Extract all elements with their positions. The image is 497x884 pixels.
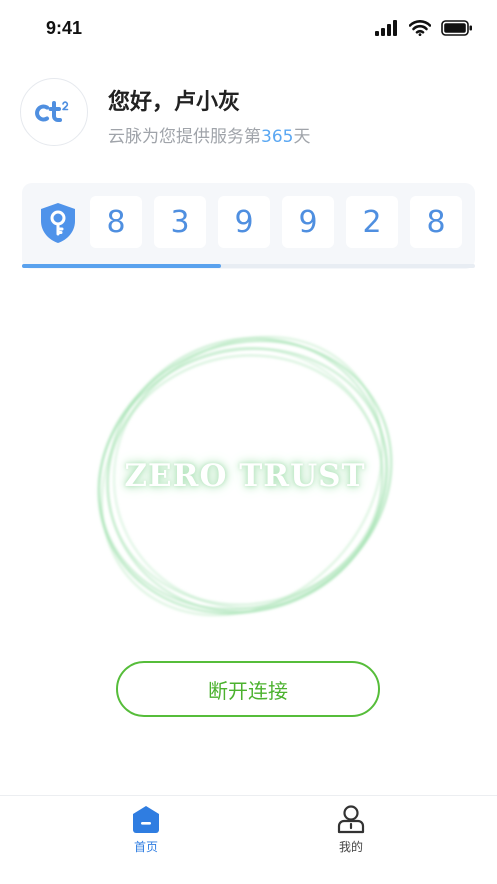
zero-trust-title: ZERO TRUST [124, 458, 366, 494]
ct2-logo-icon [35, 101, 69, 122]
otp-countdown-progress [22, 264, 475, 268]
tab-mine[interactable]: 我的 [291, 804, 411, 864]
shield-key-icon [32, 197, 84, 249]
otp-countdown-progress-fill [22, 264, 222, 268]
signal-icon [375, 20, 397, 36]
avatar[interactable] [20, 78, 88, 146]
greeting-text: 您好，卢小灰 [108, 90, 241, 115]
service-prefix: 云脉为您提供服务第 [108, 127, 261, 147]
otp-code-card: 8 3 9 9 2 8 [22, 183, 475, 269]
otp-digit: 9 [218, 196, 270, 248]
service-days: 365 [261, 127, 294, 147]
otp-digit: 9 [282, 196, 334, 248]
otp-digit: 8 [90, 196, 142, 248]
tab-mine-label: 我的 [338, 840, 363, 854]
user-icon [337, 805, 365, 834]
service-duration-text: 云脉为您提供服务第365天 [108, 122, 310, 147]
home-icon [133, 806, 159, 833]
bottom-tab-bar: 首页 我的 [0, 795, 497, 884]
user-header: 您好，卢小灰 云脉为您提供服务第365天 [20, 78, 480, 148]
zero-trust-indicator: ZERO TRUST [80, 330, 410, 625]
disconnect-button[interactable]: 断开连接 [116, 661, 380, 717]
otp-digit: 2 [346, 196, 398, 248]
status-time: 9:41 [46, 18, 83, 38]
status-icons [375, 20, 473, 36]
battery-icon [441, 20, 472, 36]
otp-digit: 3 [154, 196, 206, 248]
service-suffix: 天 [293, 127, 311, 147]
wifi-icon [409, 20, 431, 36]
tab-home-label: 首页 [133, 840, 158, 854]
tab-home[interactable]: 首页 [86, 804, 206, 864]
otp-digit: 8 [410, 196, 462, 248]
status-bar: 9:41 [0, 0, 497, 60]
